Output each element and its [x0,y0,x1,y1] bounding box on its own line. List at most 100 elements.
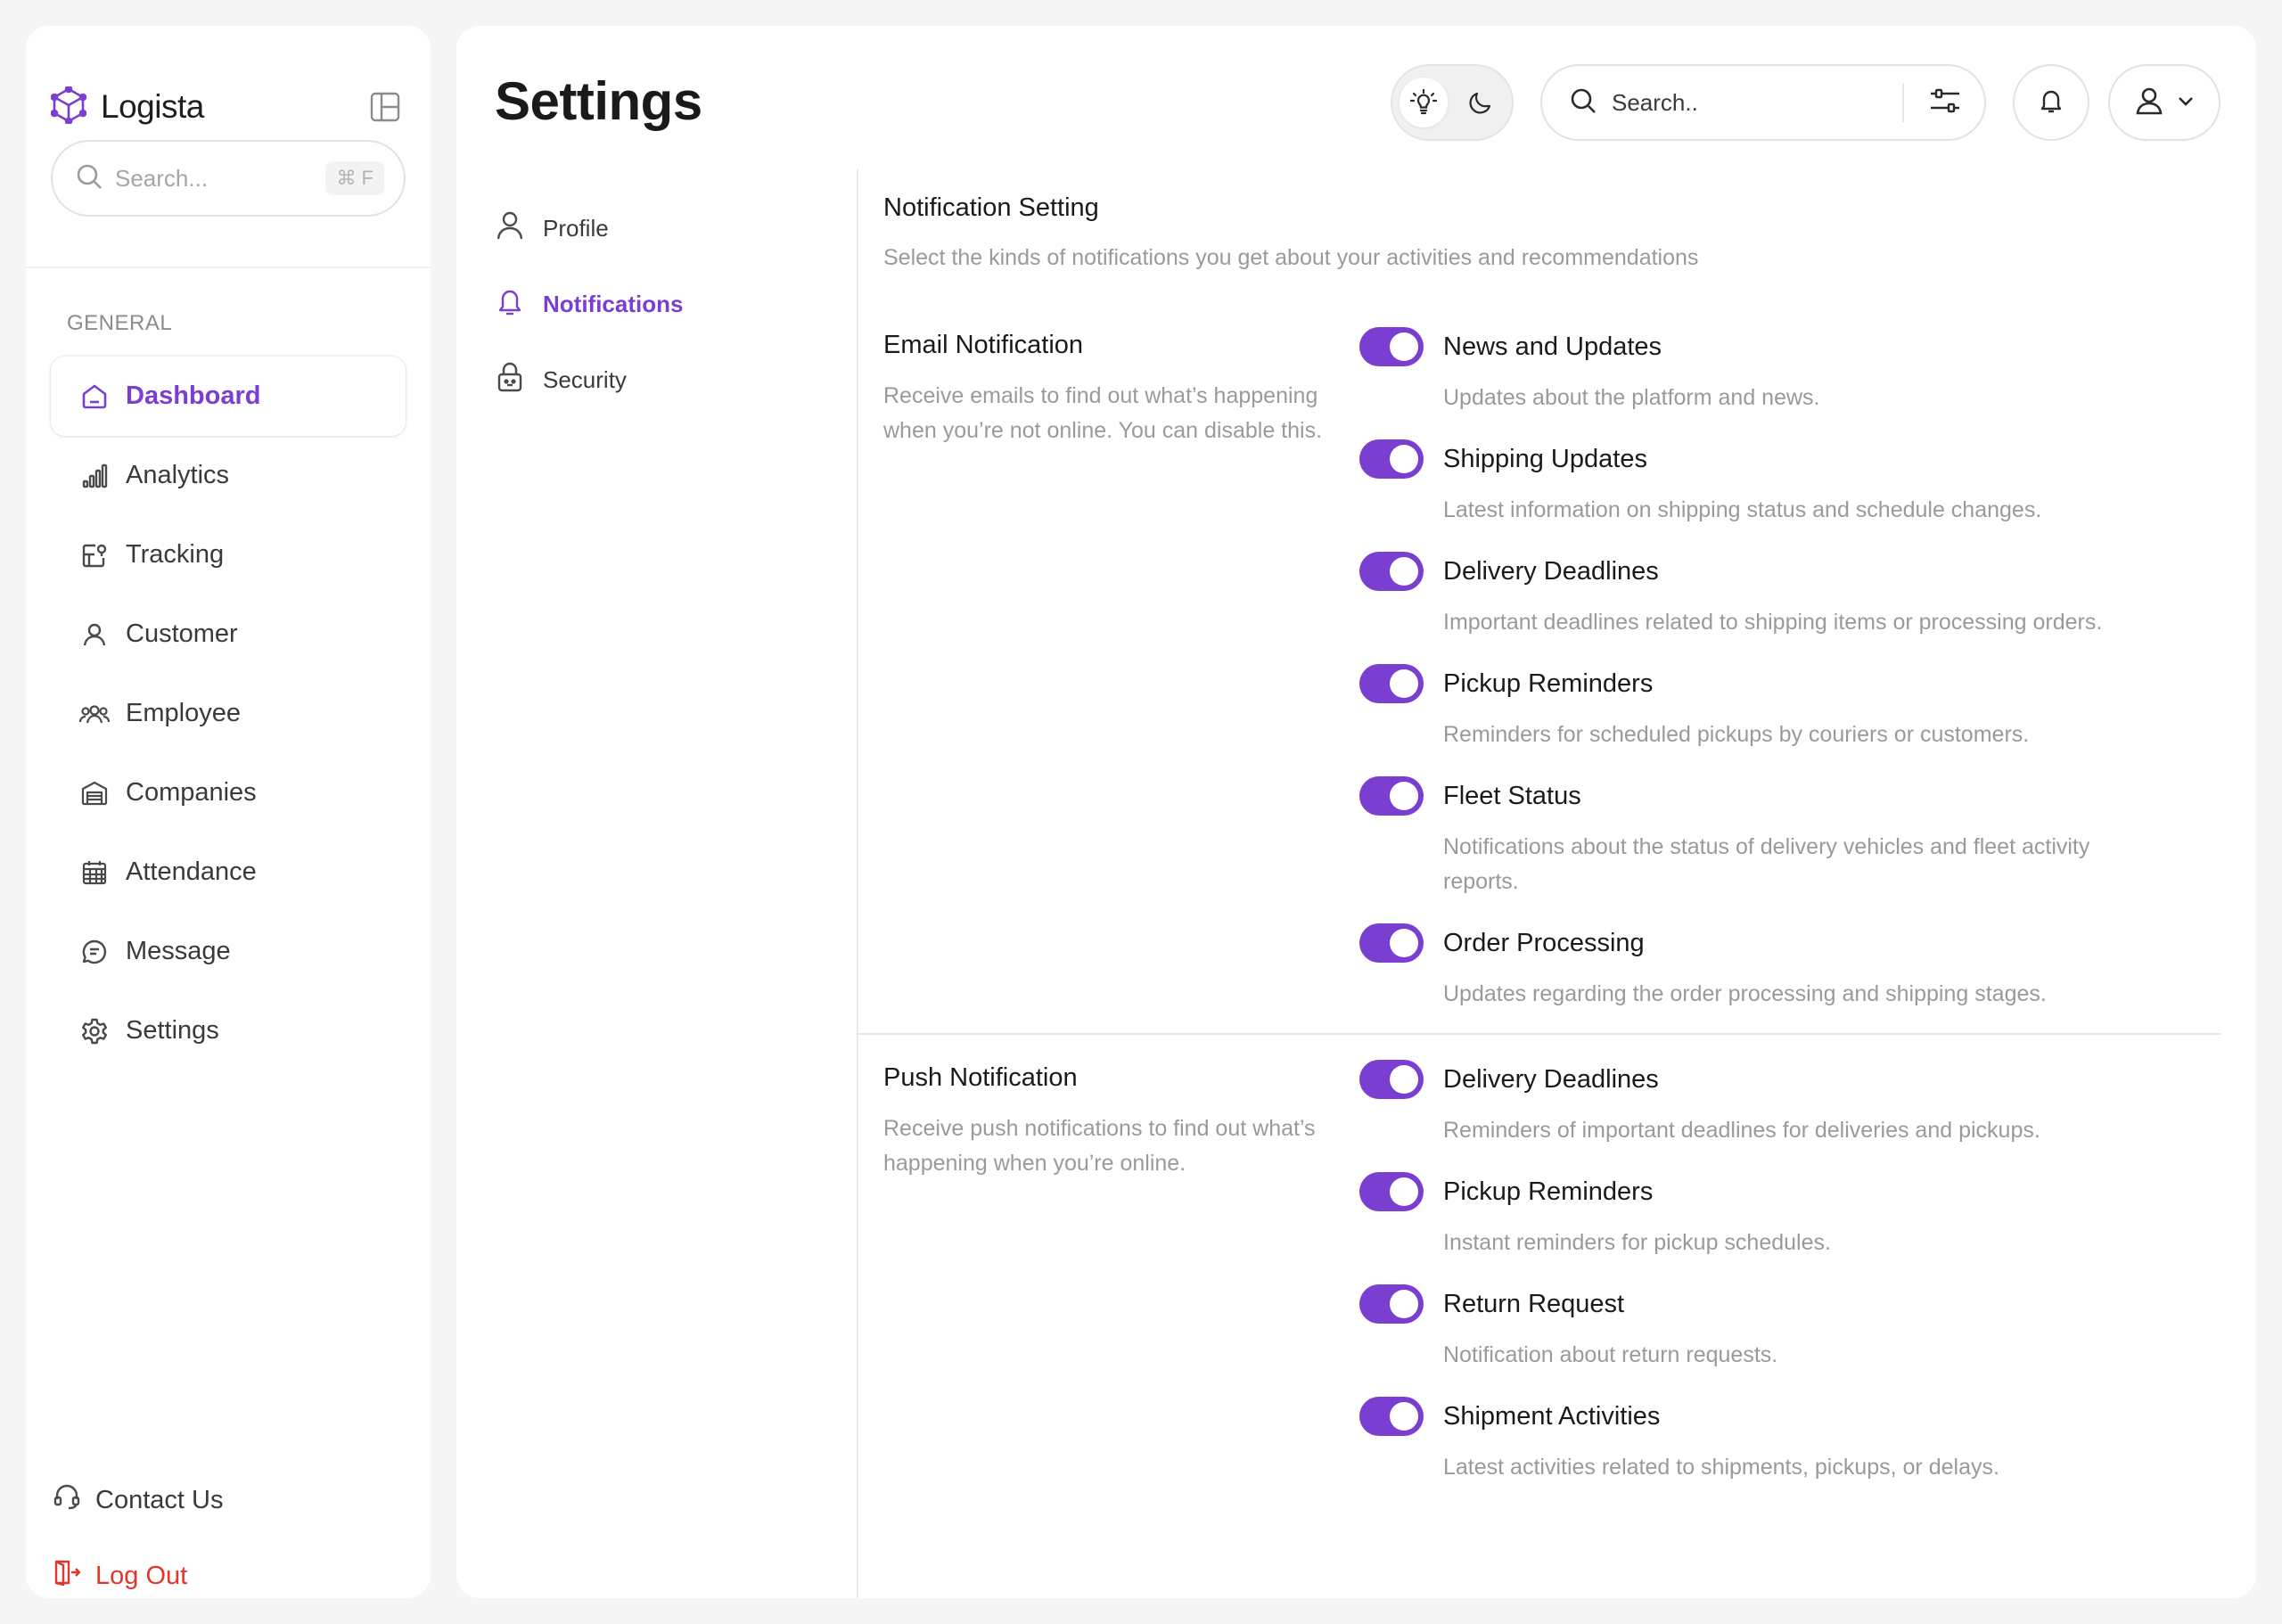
sidebar-item-customer[interactable]: Customer [51,595,406,674]
push-group-description: Receive push notifications to find out w… [883,1111,1356,1181]
settings-tab-profile[interactable]: Profile [495,191,842,267]
sidebar: Logista Search... ⌘ F GENERAL Dashboard … [26,26,431,1598]
setting-label: News and Updates [1443,332,1662,361]
toggle-switch[interactable] [1359,327,1424,366]
sidebar-item-settings[interactable]: Settings [51,991,406,1070]
email-setting-orders: Order Processing Updates regarding the o… [1359,922,2188,1012]
setting-label: Pickup Reminders [1443,668,1654,698]
description-line: when you’re not online. You can disable … [883,418,1323,443]
sidebar-item-label: Attendance [126,857,257,886]
section-title: Notification Setting [883,193,1099,222]
toggle-knob [1390,782,1418,810]
search-icon [76,163,103,194]
logout-button[interactable]: Log Out [53,1558,187,1594]
email-group-title: Email Notification [883,331,1084,359]
sidebar-item-label: Analytics [126,461,230,489]
sidebar-search-input[interactable]: Search... ⌘ F [51,140,406,217]
sidebar-item-label: Tracking [126,540,225,569]
contact-us-label: Contact Us [95,1485,224,1514]
contact-us-link[interactable]: Contact Us [53,1482,223,1518]
settings-nav: Profile Notifications Security [495,191,842,418]
toggle-switch[interactable] [1359,439,1424,479]
settings-tab-label: Profile [543,215,609,242]
toggle-knob [1390,557,1418,586]
setting-description: Latest information on shipping status an… [1443,497,2042,522]
logout-icon [53,1558,81,1594]
bell-icon [495,285,525,324]
search-placeholder: Search.. [1612,88,1698,116]
bell-icon [2037,86,2065,119]
setting-description: Important deadlines related to shipping … [1443,610,2103,635]
sidebar-nav: Dashboard Analytics Tracking Customer Em… [51,357,406,1070]
sidebar-item-label: Employee [126,699,241,727]
analytics-icon [79,461,110,491]
search-shortcut: ⌘ F [325,161,384,195]
setting-description: Reminders for scheduled pickups by couri… [1443,722,2030,747]
sidebar-item-analytics[interactable]: Analytics [51,436,406,515]
toggle-switch[interactable] [1359,1172,1424,1211]
toggle-knob [1390,445,1418,473]
theme-toggle[interactable] [1391,64,1514,141]
page-title: Settings [495,71,702,131]
setting-description: Latest activities related to shipments, … [1443,1455,1999,1480]
email-setting-shipping: Shipping Updates Latest information on s… [1359,438,2188,528]
users-icon [79,699,110,729]
toggle-switch[interactable] [1359,552,1424,591]
settings-tab-security[interactable]: Security [495,342,842,418]
email-setting-pickup: Pickup Reminders Reminders for scheduled… [1359,662,2188,752]
header-search-input[interactable]: Search.. [1540,64,1986,141]
email-setting-deadlines: Delivery Deadlines Important deadlines r… [1359,550,2188,640]
toggle-switch[interactable] [1359,1397,1424,1436]
headset-icon [53,1482,81,1518]
sidebar-item-label: Settings [126,1016,219,1045]
lock-icon [495,361,525,399]
home-icon [79,381,110,412]
push-setting-shipments: Shipment Activities Latest activities re… [1359,1395,2188,1485]
divider [26,267,431,268]
toggle-knob [1390,332,1418,361]
sidebar-item-tracking[interactable]: Tracking [51,515,406,595]
user-menu-button[interactable] [2108,64,2220,141]
sidebar-item-attendance[interactable]: Attendance [51,833,406,912]
setting-description: Updates about the platform and news. [1443,385,1820,410]
setting-label: Shipping Updates [1443,444,1647,473]
filter-icon[interactable] [1929,86,1961,119]
setting-label: Delivery Deadlines [1443,1064,1659,1094]
search-placeholder: Search... [115,164,209,192]
section-label: GENERAL [67,311,173,335]
section-subtitle: Select the kinds of notifications you ge… [883,245,1699,270]
user-icon [2134,86,2164,120]
logout-label: Log Out [95,1561,188,1590]
dark-mode-icon[interactable] [1457,78,1505,127]
warehouse-icon [79,778,110,808]
toggle-knob [1390,1177,1418,1206]
sidebar-item-label: Companies [126,778,257,807]
gear-icon [79,1016,110,1046]
toggle-switch[interactable] [1359,1060,1424,1099]
sidebar-toggle-icon[interactable] [368,90,402,124]
toggle-switch[interactable] [1359,776,1424,816]
setting-description: Updates regarding the order processing a… [1443,981,2047,1006]
toggle-switch[interactable] [1359,923,1424,963]
sidebar-item-companies[interactable]: Companies [51,753,406,833]
sidebar-item-dashboard[interactable]: Dashboard [51,357,406,436]
notifications-button[interactable] [2013,64,2089,141]
sidebar-item-employee[interactable]: Employee [51,674,406,753]
light-mode-icon[interactable] [1400,78,1448,127]
brand-name: Logista [101,88,204,125]
setting-description: Reminders of important deadlines for del… [1443,1118,2040,1143]
toggle-switch[interactable] [1359,664,1424,703]
sidebar-item-label: Message [126,937,231,965]
toggle-knob [1390,929,1418,957]
setting-label: Delivery Deadlines [1443,556,1659,586]
settings-tab-notifications[interactable]: Notifications [495,267,842,342]
email-setting-fleet: Fleet Status Notifications about the sta… [1359,775,2188,899]
setting-label: Return Request [1443,1289,1625,1318]
push-setting-returns: Return Request Notification about return… [1359,1283,2188,1373]
description-line: reports. [1443,869,1519,894]
setting-label: Order Processing [1443,928,1645,957]
setting-label: Fleet Status [1443,781,1581,810]
brand[interactable]: Logista [50,82,204,132]
toggle-switch[interactable] [1359,1284,1424,1324]
sidebar-item-message[interactable]: Message [51,912,406,991]
